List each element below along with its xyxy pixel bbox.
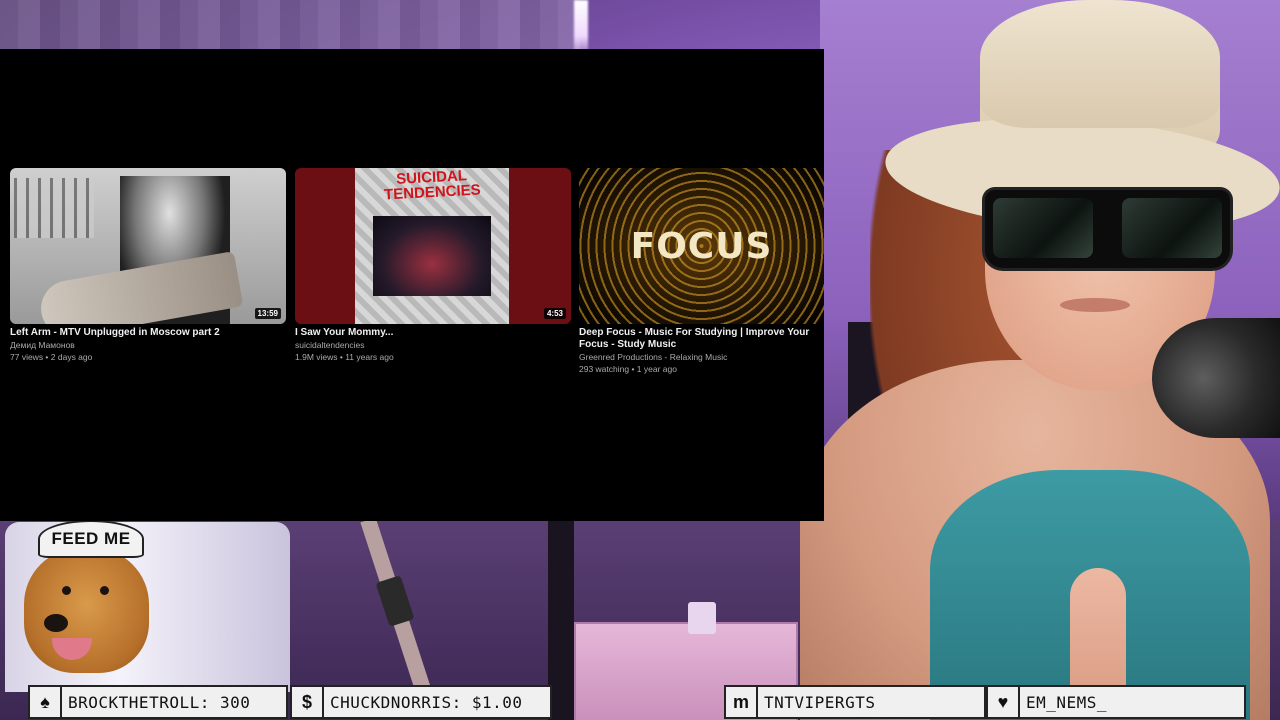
video-duration: 13:59 — [254, 308, 281, 319]
streamer-mouth — [1060, 298, 1130, 312]
video-duration: 4:53 — [543, 308, 566, 319]
video-thumbnail[interactable]: SUICIDAL TENDENCIES 4:53 — [295, 168, 571, 324]
microphone — [1152, 318, 1280, 438]
dog-nose — [44, 614, 68, 632]
feed-me-hat: FEED ME — [38, 520, 144, 558]
wall-outlet — [688, 602, 716, 634]
spade-icon: ♠ — [30, 687, 62, 717]
ticker-item: ♠ BROCKTHETROLL: 300 — [28, 685, 288, 719]
video-thumbnail[interactable]: FOCUS — [579, 168, 824, 324]
youtube-panel: 13:59 Left Arm - MTV Unplugged in Moscow… — [0, 49, 824, 521]
ticker-text: TNTVIPERGTS — [764, 692, 876, 712]
video-title[interactable]: Deep Focus - Music For Studying | Improv… — [579, 327, 824, 351]
video-card[interactable]: SUICIDAL TENDENCIES 4:53 I Saw Your Momm… — [295, 168, 571, 363]
album-logo: SUICIDAL TENDENCIES — [383, 168, 482, 204]
left-lens — [993, 198, 1093, 258]
ticker-item: $ CHUCKDNORRIS: $1.00 — [290, 685, 552, 719]
dog-head — [24, 548, 149, 673]
video-meta: 293 watching • 1 year ago — [579, 364, 677, 374]
video-title[interactable]: Left Arm - MTV Unplugged in Moscow part … — [10, 327, 286, 339]
video-card[interactable]: FOCUS Deep Focus - Music For Studying | … — [579, 168, 824, 375]
video-meta: 1.9M views • 11 years ago — [295, 352, 394, 362]
video-title[interactable]: I Saw Your Mommy... — [295, 327, 571, 339]
video-channel[interactable]: suicidaltendencies — [295, 339, 571, 351]
video-meta: 77 views • 2 days ago — [10, 352, 93, 362]
ticker-text: EM_NEMS_ — [1026, 692, 1108, 712]
video-thumbnail[interactable]: 13:59 — [10, 168, 286, 324]
ticker-text: BROCKTHETROLL: 300 — [68, 692, 251, 712]
ticker-text: CHUCKDNORRIS: $1.00 — [330, 692, 523, 712]
feed-me-text: FEED ME — [51, 529, 131, 548]
dollar-icon: $ — [292, 687, 324, 717]
album-photo — [373, 216, 491, 296]
m-icon: m — [726, 687, 758, 717]
ticker-item: ♥ EM_NEMS_ — [986, 685, 1246, 719]
album-art: SUICIDAL TENDENCIES — [355, 168, 509, 324]
video-card[interactable]: 13:59 Left Arm - MTV Unplugged in Moscow… — [10, 168, 286, 363]
hat-crown-top — [980, 0, 1220, 128]
thumbnail-kitchen — [14, 178, 94, 238]
focus-text: FOCUS — [630, 226, 773, 267]
heart-icon: ♥ — [988, 687, 1020, 717]
dog-eye — [100, 586, 109, 595]
sunglasses — [985, 190, 1230, 268]
video-channel[interactable]: Greenred Productions - Relaxing Music — [579, 351, 824, 363]
dog-eye — [62, 586, 71, 595]
video-channel[interactable]: Демид Мамонов — [10, 339, 286, 351]
right-lens — [1122, 198, 1222, 258]
ticker-item: m TNTVIPERGTS — [724, 685, 986, 719]
